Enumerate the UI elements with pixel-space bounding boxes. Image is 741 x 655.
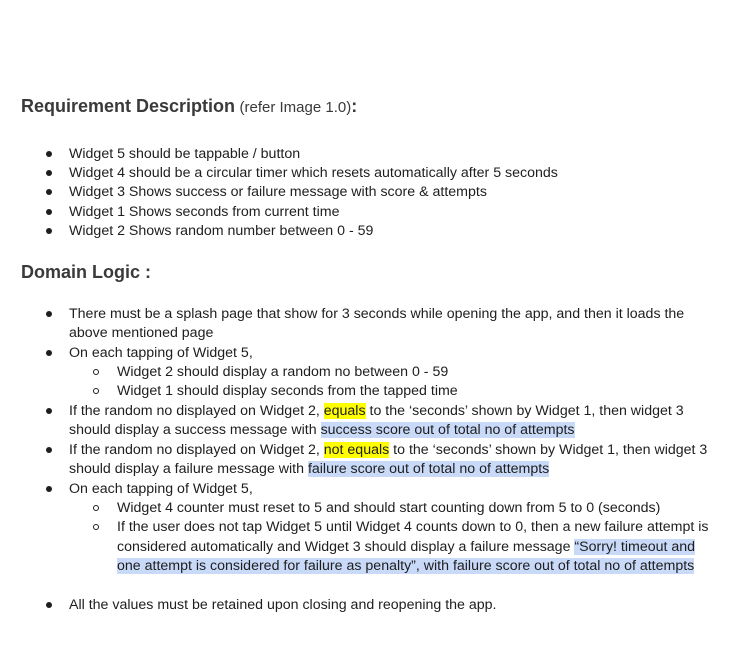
bullet-icon — [46, 602, 52, 608]
highlighted-timeout-message: one attempt is considered for failure as… — [117, 558, 695, 574]
bullet-icon — [46, 311, 52, 317]
list-item: Widget 2 Shows random number between 0 -… — [69, 223, 374, 239]
bullet-icon — [46, 209, 52, 215]
list-item: Widget 5 should be tappable / button — [69, 146, 301, 162]
text-segment: considered automatically and Widget 3 sh… — [117, 539, 575, 555]
sub-list-item: If the user does not tap Widget 5 until … — [117, 519, 709, 535]
bullet-icon — [46, 447, 52, 453]
highlighted-success-score: success score out of total no of attempt… — [320, 422, 575, 438]
text-segment: to the ‘seconds’ shown by Widget 1, then… — [365, 403, 684, 419]
sub-list-item-continuation: considered automatically and Widget 3 sh… — [117, 538, 696, 557]
list-item: All the values must be retained upon clo… — [69, 597, 497, 613]
sub-list-item: Widget 2 should display a random no betw… — [117, 364, 449, 380]
requirement-description-heading: Requirement Description (refer Image 1.0… — [21, 96, 357, 117]
document-page: Requirement Description (refer Image 1.0… — [0, 0, 741, 655]
highlighted-timeout-message: “Sorry! timeout and — [574, 539, 696, 555]
bullet-icon — [46, 189, 52, 195]
sub-list-item-continuation: one attempt is considered for failure as… — [117, 557, 695, 576]
sub-list-item: Widget 1 should display seconds from the… — [117, 383, 458, 399]
domain-logic-heading: Domain Logic : — [21, 262, 151, 283]
list-item: On each tapping of Widget 5, — [69, 481, 253, 497]
highlighted-equals: equals — [323, 403, 366, 419]
heading-subtitle: (refer Image 1.0) — [239, 99, 352, 116]
list-item: Widget 1 Shows seconds from current time — [69, 204, 340, 220]
text-segment: If the random no displayed on Widget 2, — [69, 442, 324, 458]
text-segment: to the ‘seconds’ shown by Widget 1, then… — [389, 442, 708, 458]
list-item: On each tapping of Widget 5, — [69, 345, 253, 361]
heading-title: Requirement Description — [21, 96, 236, 116]
text-segment: If the random no displayed on Widget 2, — [69, 403, 324, 419]
list-item: Widget 3 Shows success or failure messag… — [69, 184, 487, 200]
list-item-continuation: should display a success message with su… — [69, 421, 575, 440]
bullet-icon — [46, 350, 52, 356]
list-item: If the random no displayed on Widget 2, … — [69, 402, 684, 421]
sub-list-item: Widget 4 counter must reset to 5 and sho… — [117, 500, 661, 516]
highlighted-failure-score: failure score out of total no of attempt… — [307, 461, 550, 477]
bullet-icon — [46, 486, 52, 492]
heading-colon: : — [351, 96, 358, 116]
sub-bullet-icon — [93, 505, 99, 511]
bullet-icon — [46, 408, 52, 414]
sub-bullet-icon — [93, 388, 99, 394]
bullet-icon — [46, 228, 52, 234]
bullet-icon — [46, 170, 52, 176]
sub-bullet-icon — [93, 369, 99, 375]
bullet-icon — [46, 151, 52, 157]
text-segment: should display a success message with — [69, 422, 321, 438]
list-item: If the random no displayed on Widget 2, … — [69, 441, 707, 460]
highlighted-not-equals: not equals — [323, 442, 390, 458]
list-item-continuation: should display a failure message with fa… — [69, 460, 550, 479]
list-item-continuation: above mentioned page — [69, 325, 214, 341]
heading-title: Domain Logic : — [21, 262, 151, 282]
sub-bullet-icon — [93, 524, 99, 530]
list-item: There must be a splash page that show fo… — [69, 306, 685, 322]
text-segment: should display a failure message with — [69, 461, 308, 477]
list-item: Widget 4 should be a circular timer whic… — [69, 165, 558, 181]
